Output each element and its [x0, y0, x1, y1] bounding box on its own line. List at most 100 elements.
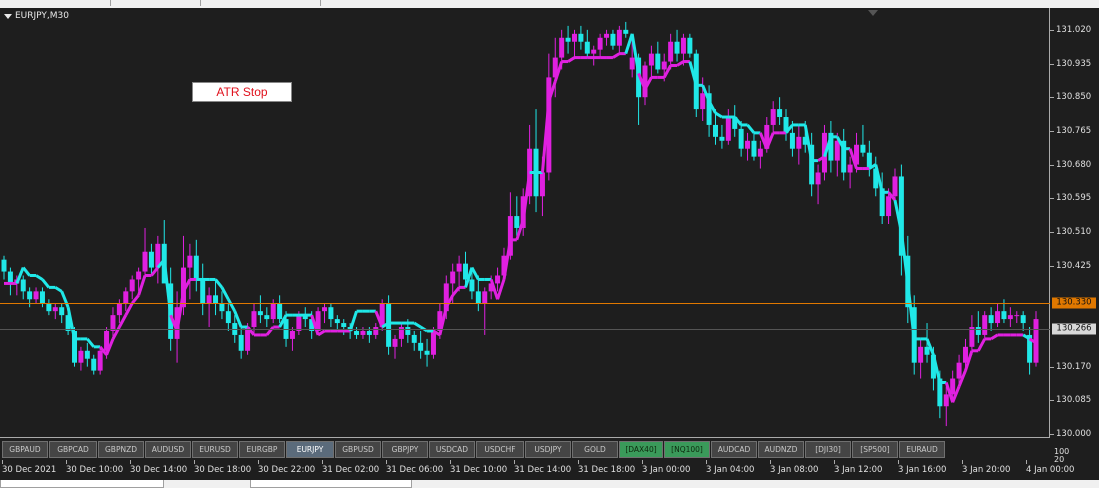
- candle-body: [770, 109, 776, 125]
- price-tick-label: 130.680: [1056, 159, 1092, 170]
- atr-stop-line-segment: [124, 302, 134, 316]
- candle-body: [604, 33, 610, 38]
- candle: [84, 342, 90, 367]
- candlestick-series: [1, 21, 1039, 427]
- candle: [796, 124, 802, 165]
- price-tick: [1050, 97, 1054, 99]
- bottom-tab[interactable]: [250, 480, 412, 488]
- symbol-button-audnzd[interactable]: AUDNZD: [758, 441, 804, 458]
- symbol-button-audcad[interactable]: AUDCAD: [711, 441, 757, 458]
- symbol-button-eurgbp[interactable]: EURGBP: [239, 441, 285, 458]
- atr-stop-line-segment: [976, 338, 987, 352]
- candle: [604, 29, 610, 46]
- atr-stop-line-segment: [676, 60, 685, 67]
- candle-body: [463, 263, 469, 280]
- candle-body: [687, 37, 693, 54]
- candle-body: [591, 49, 597, 54]
- symbol-button-dji30[interactable]: [DJI30]: [805, 441, 851, 458]
- candle-body: [584, 41, 590, 54]
- candle: [751, 132, 757, 161]
- candle: [257, 295, 263, 324]
- candle-body: [450, 271, 456, 284]
- candle-body: [988, 315, 994, 324]
- candle: [219, 291, 225, 320]
- time-tick-label: 3 Jan 04:00: [706, 465, 755, 475]
- price-tick: [1050, 63, 1054, 65]
- symbol-button-usdcad[interactable]: USDCAD: [429, 441, 475, 458]
- candle: [995, 303, 1001, 328]
- symbol-button-audusd[interactable]: AUDUSD: [145, 441, 191, 458]
- candle-body: [456, 263, 462, 272]
- bottom-tab[interactable]: [0, 480, 164, 488]
- candle: [52, 303, 58, 320]
- candle: [264, 307, 270, 328]
- candle-body: [745, 140, 751, 149]
- chart-window[interactable]: EURJPY,M30 ATR Stop 131.020 130.935 130.85…: [0, 8, 1099, 480]
- candle: [251, 303, 257, 335]
- symbol-button-gbpaud[interactable]: GBPAUD: [2, 441, 48, 458]
- price-axis[interactable]: 131.020 130.935 130.850 130.765 130.680 130.5…: [1050, 8, 1099, 439]
- candle-body: [674, 41, 680, 54]
- horizontal-level-line[interactable]: [0, 303, 1050, 305]
- candle-body: [360, 330, 366, 335]
- atr-stop-line-segment: [214, 278, 224, 289]
- atr-stop-label[interactable]: ATR Stop: [192, 82, 292, 102]
- symbol-button-euraud[interactable]: EURAUD: [899, 441, 945, 458]
- symbol-button-eurjpy[interactable]: EURJPY: [286, 441, 334, 458]
- candle-body: [52, 307, 58, 312]
- symbol-button-dax40[interactable]: [DAX40]: [619, 441, 663, 458]
- bottom-tab-strip: [0, 480, 1099, 488]
- atr-stop-line-segment: [22, 266, 31, 277]
- candle-body: [610, 33, 616, 46]
- candle-body: [1, 259, 7, 272]
- candle-body: [354, 330, 360, 335]
- chart-plot-area[interactable]: EURJPY,M30 ATR Stop: [0, 8, 1050, 438]
- atr-stop-line-segment: [150, 266, 160, 277]
- candle: [225, 303, 231, 331]
- candle: [988, 307, 994, 331]
- candle: [815, 164, 821, 205]
- candle: [187, 243, 193, 300]
- chevron-down-icon: [4, 13, 12, 19]
- time-tick: [770, 460, 771, 464]
- symbol-button-usdchf[interactable]: USDCHF: [476, 441, 524, 458]
- candle: [7, 267, 13, 296]
- symbol-button-nq100[interactable]: [NQ100]: [664, 441, 710, 458]
- candle: [193, 239, 199, 292]
- atr-stop-line-segment: [60, 290, 70, 308]
- candle-body: [597, 37, 603, 50]
- candle: [841, 128, 847, 181]
- candle: [687, 33, 693, 58]
- candle: [623, 21, 629, 38]
- symbol-button-sp500[interactable]: [SP500]: [852, 441, 898, 458]
- candle-body: [892, 176, 898, 197]
- candle-body: [482, 291, 488, 304]
- symbol-button-gbpjpy[interactable]: GBPJPY: [382, 441, 428, 458]
- candle-body: [886, 196, 892, 217]
- time-tick-label: 31 Dec 10:00: [450, 465, 508, 475]
- time-tick-label: 30 Dec 14:00: [130, 465, 188, 475]
- candle: [155, 235, 161, 284]
- candle: [398, 323, 404, 347]
- time-axis[interactable]: 30 Dec 2021 30 Dec 10:00 30 Dec 14:00 30 De…: [0, 460, 1074, 480]
- candle: [1014, 311, 1020, 324]
- atr-stop-line-segment: [470, 266, 480, 281]
- atr-stop-line-segment: [41, 278, 51, 289]
- symbol-button-gold[interactable]: GOLD: [572, 441, 618, 458]
- candle-body: [27, 291, 33, 300]
- time-tick: [834, 460, 835, 464]
- candle-body: [148, 251, 154, 268]
- chart-shift-marker-icon[interactable]: [868, 10, 878, 16]
- time-tick: [514, 460, 515, 464]
- symbol-button-gbpnzd[interactable]: GBPNZD: [98, 441, 144, 458]
- symbol-button-eurusd[interactable]: EURUSD: [192, 441, 238, 458]
- candle: [565, 25, 571, 54]
- candle-body: [1001, 311, 1007, 320]
- candle-body: [757, 148, 763, 157]
- symbol-button-usdjpy[interactable]: USDJPY: [525, 441, 571, 458]
- symbol-button-gbpusd[interactable]: GBPUSD: [335, 441, 381, 458]
- symbol-button-gbpcad[interactable]: GBPCAD: [49, 441, 97, 458]
- candle-body: [97, 350, 103, 371]
- candle-body: [623, 29, 629, 34]
- atr-stop-line-segment: [54, 286, 63, 293]
